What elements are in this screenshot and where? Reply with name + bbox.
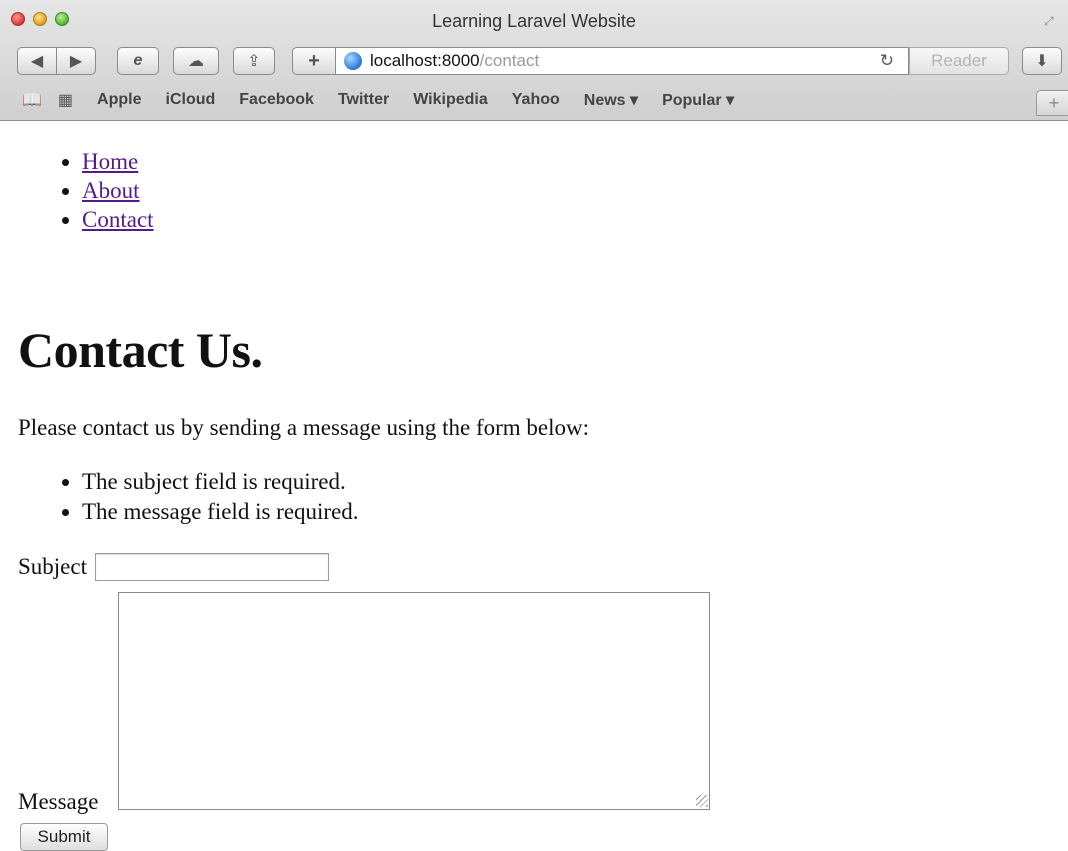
browser-toolbar: ◀ ▶ e ☁ ⇪ + localhost:8000/contact ↻ Rea… [0, 44, 1068, 80]
window-title: Learning Laravel Website [432, 11, 636, 31]
forward-arrow-icon: ▶ [69, 53, 83, 70]
icloud-tabs-button[interactable]: ☁ [173, 47, 219, 75]
bookmarks-bar: 📖 ▦ Apple iCloud Facebook Twitter Wikipe… [0, 86, 1068, 116]
bookmark-yahoo[interactable]: Yahoo [512, 91, 560, 109]
reading-list-icon[interactable]: 📖 [22, 90, 42, 110]
nav-link-about[interactable]: About [82, 178, 140, 203]
nav-item-contact: Contact [82, 205, 154, 234]
top-sites-grid-icon[interactable]: ▦ [58, 90, 73, 110]
nav-item-home: Home [82, 147, 154, 176]
page-content: Home About Contact Contact Us. Please co… [0, 121, 1068, 851]
share-icon: ⇪ [247, 53, 261, 70]
back-button[interactable]: ◀ [17, 47, 57, 75]
subject-label: Subject [18, 554, 87, 579]
bookmark-wikipedia[interactable]: Wikipedia [413, 91, 488, 109]
nav-item-about: About [82, 176, 154, 205]
top-sites-button[interactable]: e [117, 47, 159, 75]
bookmark-popular-menu[interactable]: Popular ▾ [662, 90, 734, 110]
bookmark-icloud[interactable]: iCloud [166, 91, 216, 109]
reader-button[interactable]: Reader [909, 47, 1009, 75]
bookmark-apple[interactable]: Apple [97, 91, 141, 109]
downloads-button[interactable]: ⬇ [1022, 47, 1062, 75]
resize-handle-icon[interactable] [696, 795, 708, 807]
bookmark-facebook[interactable]: Facebook [239, 91, 314, 109]
bookmark-twitter[interactable]: Twitter [338, 91, 389, 109]
download-icon: ⬇ [1035, 53, 1049, 70]
page-title: Contact Us. [18, 322, 263, 378]
top-sites-icon: e [133, 52, 143, 69]
back-arrow-icon: ◀ [30, 53, 44, 70]
bookmark-news-menu[interactable]: News ▾ [584, 90, 638, 110]
globe-icon [344, 52, 362, 70]
subject-input[interactable] [95, 553, 329, 581]
message-textarea[interactable] [118, 592, 710, 810]
url-host: localhost:8000 [370, 51, 480, 70]
submit-button[interactable]: Submit [20, 823, 108, 851]
forward-button[interactable]: ▶ [56, 47, 96, 75]
error-message: The subject field is required. [82, 467, 359, 497]
validation-errors: The subject field is required. The messa… [48, 467, 359, 527]
nav-link-home[interactable]: Home [82, 149, 138, 174]
site-nav: Home About Contact [48, 147, 154, 234]
nav-link-contact[interactable]: Contact [82, 207, 154, 232]
browser-chrome: Learning Laravel Website ⤢ ◀ ▶ e ☁ ⇪ + l… [0, 0, 1068, 121]
cloud-icon: ☁ [188, 53, 204, 70]
url-path: /contact [479, 51, 540, 70]
fullscreen-icon[interactable]: ⤢ [1044, 14, 1058, 28]
error-message: The message field is required. [82, 497, 359, 527]
message-label: Message [18, 789, 99, 814]
new-tab-button[interactable]: + [1036, 90, 1068, 116]
address-bar[interactable]: localhost:8000/contact ↻ [336, 47, 909, 75]
intro-text: Please contact us by sending a message u… [18, 415, 590, 440]
subject-row: Subject [18, 553, 329, 581]
reload-icon[interactable]: ↻ [880, 51, 894, 71]
plus-icon: + [1048, 92, 1060, 113]
title-bar: Learning Laravel Website ⤢ [0, 0, 1068, 42]
add-bookmark-button[interactable]: + [292, 47, 336, 75]
share-button[interactable]: ⇪ [233, 47, 275, 75]
plus-icon: + [308, 49, 320, 72]
